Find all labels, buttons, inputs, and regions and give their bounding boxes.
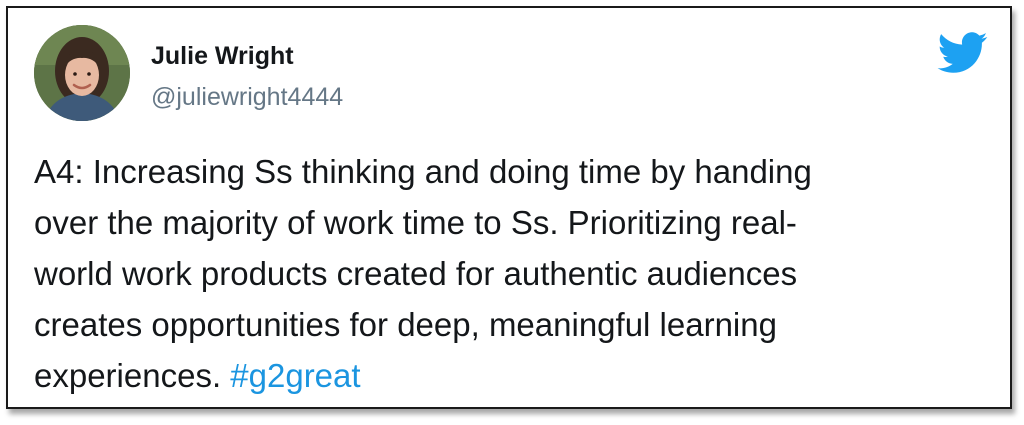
tweet-text-line: experiences. [34, 357, 231, 394]
tweet-text-line: over the majority of work time to Ss. Pr… [34, 204, 797, 241]
tweet-text-last-line: experiences. #g2great [34, 350, 974, 401]
tweet-text-line: A4: Increasing Ss thinking and doing tim… [34, 153, 812, 190]
author-handle[interactable]: @juliewright4444 [151, 82, 343, 112]
twitter-bird-icon[interactable] [937, 32, 989, 74]
avatar[interactable] [34, 25, 130, 121]
avatar-photo [34, 25, 130, 121]
hashtag-link[interactable]: #g2great [230, 357, 360, 394]
tweet-text: A4: Increasing Ss thinking and doing tim… [34, 146, 974, 401]
tweet-text-line: creates opportunities for deep, meaningf… [34, 306, 777, 343]
author-display-name[interactable]: Julie Wright [151, 41, 294, 71]
tweet-text-line: world work products created for authenti… [34, 255, 798, 292]
tweet-card: Julie Wright @juliewright4444 A4: Increa… [6, 6, 1012, 409]
